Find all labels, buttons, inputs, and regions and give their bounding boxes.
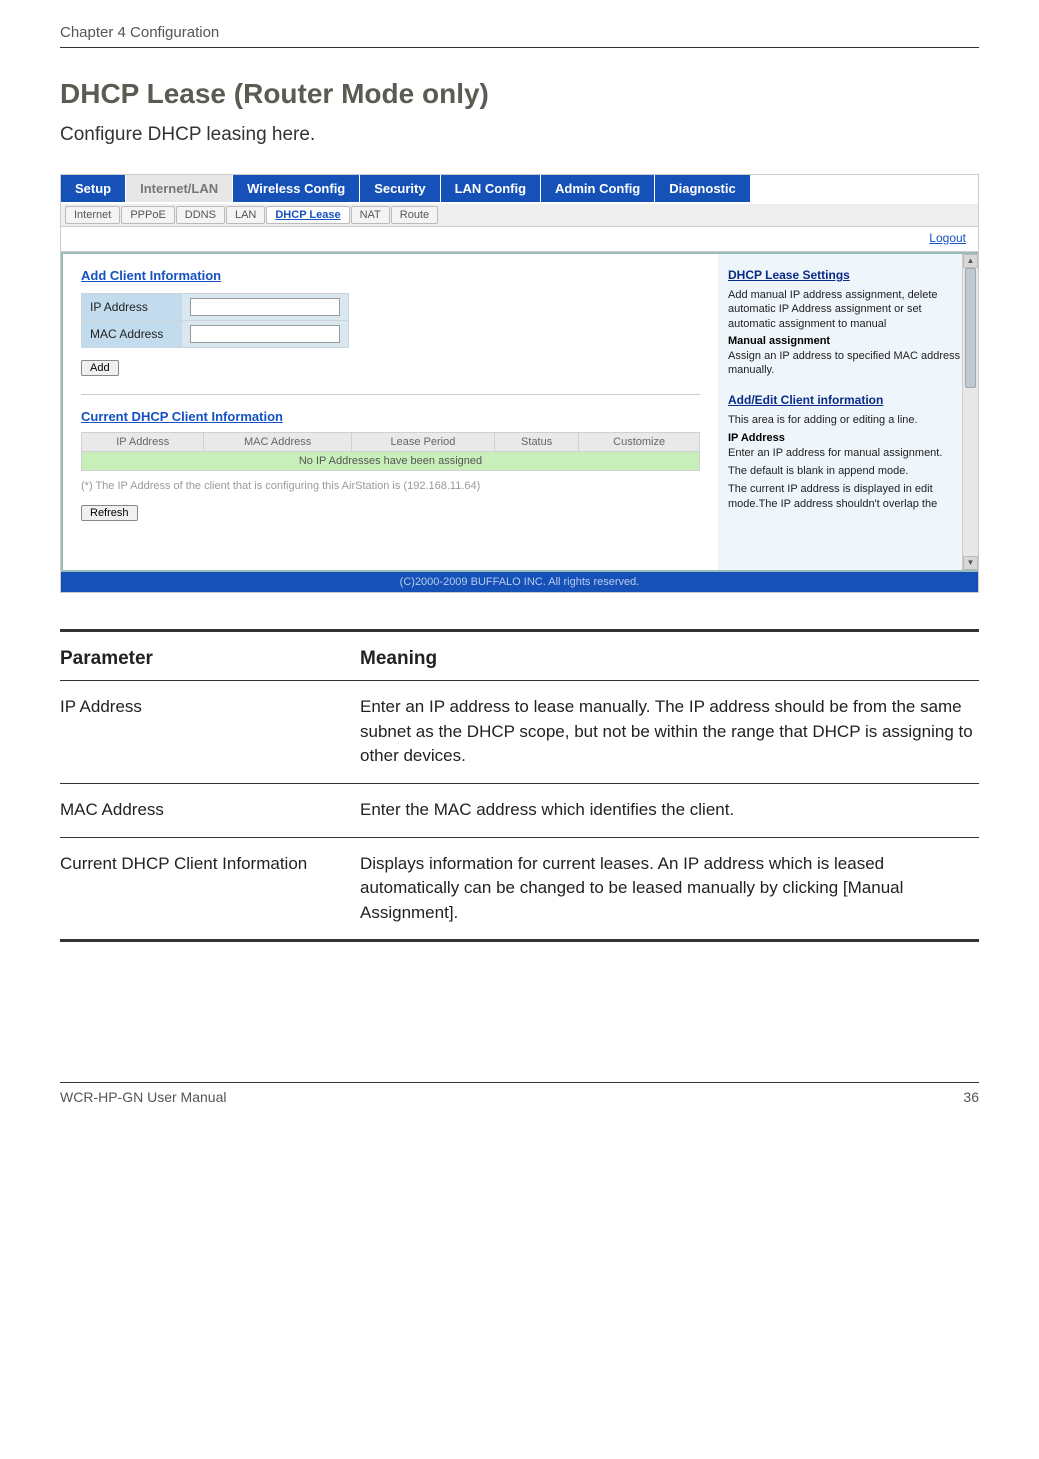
current-client-heading: Current DHCP Client Information <box>81 409 700 424</box>
help-sub1: Manual assignment <box>728 335 966 347</box>
subtab-pppoe[interactable]: PPPoE <box>121 206 174 224</box>
doc-footer: WCR-HP-GN User Manual 36 <box>60 1082 979 1105</box>
help-p2: Assign an IP address to specified MAC ad… <box>728 349 966 378</box>
param-mac-address: MAC Address <box>60 783 360 837</box>
col-customize: Customize <box>579 433 700 452</box>
logout-row: Logout <box>61 227 978 251</box>
help-p6: The current IP address is displayed in e… <box>728 482 966 511</box>
tab-security[interactable]: Security <box>360 175 440 202</box>
subtab-ddns[interactable]: DDNS <box>176 206 225 224</box>
page-number: 36 <box>963 1089 979 1105</box>
client-table: IP Address MAC Address Lease Period Stat… <box>81 432 700 471</box>
tab-setup[interactable]: Setup <box>61 175 126 202</box>
col-mac: MAC Address <box>204 433 351 452</box>
meaning-mac-address: Enter the MAC address which identifies t… <box>360 783 979 837</box>
help-p5: The default is blank in append mode. <box>728 464 966 478</box>
add-client-form: IP Address MAC Address <box>81 293 349 348</box>
subtab-lan[interactable]: LAN <box>226 206 265 224</box>
meaning-ip-address: Enter an IP address to lease manually. T… <box>360 681 979 784</box>
note-text: (*) The IP Address of the client that is… <box>81 479 700 493</box>
refresh-button[interactable]: Refresh <box>81 505 138 521</box>
left-pane: Add Client Information IP Address MAC Ad… <box>61 252 718 572</box>
add-client-heading: Add Client Information <box>81 268 700 283</box>
parameter-table: Parameter Meaning IP Address Enter an IP… <box>60 638 979 942</box>
help-p1: Add manual IP address assignment, delete… <box>728 288 966 331</box>
scroll-up-icon[interactable]: ▲ <box>963 254 978 268</box>
section-intro: Configure DHCP leasing here. <box>60 124 979 146</box>
tab-diagnostic[interactable]: Diagnostic <box>655 175 750 202</box>
tab-internet-lan[interactable]: Internet/LAN <box>126 175 233 202</box>
param-ip-address: IP Address <box>60 681 360 784</box>
tab-wireless-config[interactable]: Wireless Config <box>233 175 360 202</box>
ip-address-input[interactable] <box>190 298 340 316</box>
param-current-client-info: Current DHCP Client Information <box>60 837 360 941</box>
help-pane: DHCP Lease Settings Add manual IP addres… <box>718 252 978 572</box>
help-heading-2: Add/Edit Client information <box>728 393 966 407</box>
scroll-down-icon[interactable]: ▼ <box>963 556 978 570</box>
subtab-nat[interactable]: NAT <box>351 206 390 224</box>
header-meaning: Meaning <box>360 638 979 681</box>
mac-address-label: MAC Address <box>82 321 182 348</box>
ip-address-label: IP Address <box>82 294 182 321</box>
subtab-internet[interactable]: Internet <box>65 206 120 224</box>
empty-row: No IP Addresses have been assigned <box>82 452 700 471</box>
logout-link[interactable]: Logout <box>929 231 966 245</box>
scrollbar[interactable]: ▲ ▼ <box>962 254 978 570</box>
main-tabs: Setup Internet/LAN Wireless Config Secur… <box>61 175 978 204</box>
help-p3: This area is for adding or editing a lin… <box>728 413 966 427</box>
help-sub2: IP Address <box>728 432 966 444</box>
add-button[interactable]: Add <box>81 360 119 376</box>
router-ui-screenshot: Setup Internet/LAN Wireless Config Secur… <box>60 174 979 593</box>
parameter-table-wrap: Parameter Meaning IP Address Enter an IP… <box>60 629 979 942</box>
tab-lan-config[interactable]: LAN Config <box>441 175 541 202</box>
col-ip: IP Address <box>82 433 204 452</box>
help-p4: Enter an IP address for manual assignmen… <box>728 446 966 460</box>
col-lease: Lease Period <box>351 433 494 452</box>
copyright-footer: (C)2000-2009 BUFFALO INC. All rights res… <box>61 572 978 592</box>
section-title: DHCP Lease (Router Mode only) <box>60 78 979 110</box>
help-heading-1: DHCP Lease Settings <box>728 268 966 282</box>
meaning-current-client-info: Displays information for current leases.… <box>360 837 979 941</box>
tab-admin-config[interactable]: Admin Config <box>541 175 655 202</box>
mac-address-input[interactable] <box>190 325 340 343</box>
doc-footer-left: WCR-HP-GN User Manual <box>60 1089 226 1105</box>
col-status: Status <box>495 433 579 452</box>
scroll-thumb[interactable] <box>965 268 976 388</box>
divider <box>81 394 700 395</box>
chapter-header: Chapter 4 Configuration <box>60 24 979 48</box>
sub-tabs: Internet PPPoE DDNS LAN DHCP Lease NAT R… <box>61 204 978 227</box>
subtab-dhcp-lease[interactable]: DHCP Lease <box>266 206 349 224</box>
header-parameter: Parameter <box>60 638 360 681</box>
subtab-route[interactable]: Route <box>391 206 438 224</box>
